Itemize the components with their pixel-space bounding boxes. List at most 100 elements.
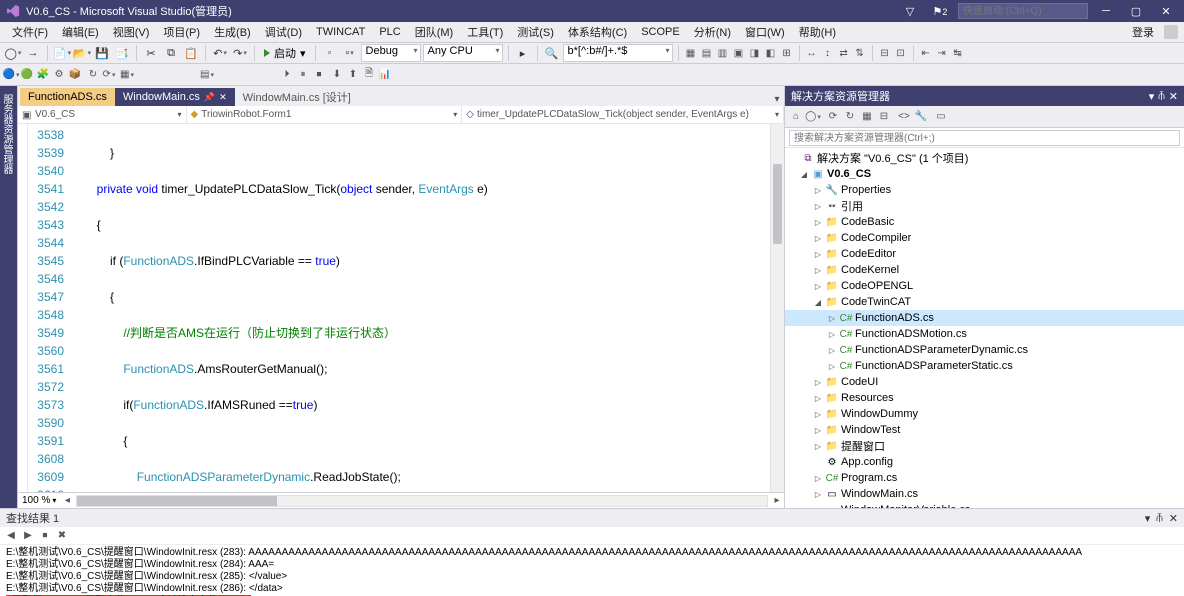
file-functionadsparamstatic[interactable]: ▷C#FunctionADSParameterStatic.cs: [785, 358, 1184, 374]
tw-ico-3[interactable]: 🧩: [36, 68, 50, 82]
file-functionads[interactable]: ▷C#FunctionADS.cs: [785, 310, 1184, 326]
find-combo[interactable]: b*[^:b#/]+.*$: [563, 44, 673, 62]
tb-ico-1[interactable]: ▦: [684, 46, 698, 60]
file-program[interactable]: ▷C#Program.cs: [785, 470, 1184, 486]
vertical-scrollbar[interactable]: [770, 124, 784, 492]
tb-ico-3[interactable]: ▥: [716, 46, 730, 60]
find-button[interactable]: 🔍: [543, 44, 561, 62]
notification-icon[interactable]: ⚑2: [928, 5, 952, 18]
tb-ico-11[interactable]: ⇅: [853, 46, 867, 60]
close-button[interactable]: ✕: [1154, 5, 1178, 18]
folder-codeui[interactable]: ▷📁CodeUI: [785, 374, 1184, 390]
paste-button[interactable]: 📋: [182, 44, 200, 62]
tw-ico-4[interactable]: ⚙: [52, 68, 66, 82]
tw-ico-15[interactable]: 🗎: [362, 68, 376, 82]
tabs-dropdown-icon[interactable]: ▾: [770, 92, 784, 106]
file-windowmain[interactable]: ▷▭WindowMain.cs: [785, 486, 1184, 502]
tw-ico-14[interactable]: ⬆: [346, 68, 360, 82]
tw-ico-2[interactable]: 🟢: [20, 68, 34, 82]
save-button[interactable]: 💾: [93, 44, 111, 62]
nav-back-button[interactable]: ◯: [4, 44, 22, 62]
tb-ico-15[interactable]: ⇥: [935, 46, 949, 60]
menu-team[interactable]: 团队(M): [409, 22, 460, 42]
folder-remind[interactable]: ▷📁提醒窗口: [785, 438, 1184, 454]
copy-button[interactable]: ⧉: [162, 44, 180, 62]
tb-ico-16[interactable]: ↹: [951, 46, 965, 60]
tb-ico-10[interactable]: ⇄: [837, 46, 851, 60]
split-btn[interactable]: ▸: [770, 494, 784, 508]
find-pin-icon[interactable]: ⫚: [1156, 512, 1163, 525]
tab-windowmain-design[interactable]: WindowMain.cs [设计]: [235, 88, 359, 106]
menu-scope[interactable]: SCOPE: [635, 24, 686, 40]
tb-ico-2[interactable]: ▤: [700, 46, 714, 60]
menu-test[interactable]: 测试(S): [511, 22, 560, 42]
cut-button[interactable]: ✂: [142, 44, 160, 62]
folder-codekernel[interactable]: ▷📁CodeKernel: [785, 262, 1184, 278]
feedback-icon[interactable]: ▽: [898, 5, 922, 18]
menu-project[interactable]: 项目(P): [157, 22, 206, 42]
menu-edit[interactable]: 编辑(E): [56, 22, 105, 42]
tw-ico-13[interactable]: ⬇: [330, 68, 344, 82]
tw-ico-16[interactable]: 📊: [378, 68, 392, 82]
folder-codebasic[interactable]: ▷📁CodeBasic: [785, 214, 1184, 230]
minimize-button[interactable]: ─: [1094, 5, 1118, 17]
sol-home-icon[interactable]: ⌂: [789, 110, 803, 124]
find-close-icon[interactable]: ✕: [1169, 512, 1178, 525]
sol-preview-icon[interactable]: ▭: [934, 110, 948, 124]
folder-codeeditor[interactable]: ▷📁CodeEditor: [785, 246, 1184, 262]
properties-node[interactable]: ▷🔧Properties: [785, 182, 1184, 198]
tb-ico-8[interactable]: ↔: [805, 46, 819, 60]
sol-collapse-icon[interactable]: ⊟: [877, 110, 891, 124]
attach-button[interactable]: ▸: [514, 44, 532, 62]
tb-ico-7[interactable]: ⊞: [780, 46, 794, 60]
tb-ico-9[interactable]: ↕: [821, 46, 835, 60]
file-functionadsparamdyn[interactable]: ▷C#FunctionADSParameterDynamic.cs: [785, 342, 1184, 358]
folder-resources[interactable]: ▷📁Resources: [785, 390, 1184, 406]
class-combo[interactable]: ◆TriowinRobot.Form1: [187, 106, 463, 123]
sol-sync-icon[interactable]: ⟳: [826, 110, 840, 124]
member-combo[interactable]: ◇timer_UpdatePLCDataSlow_Tick(object sen…: [462, 106, 784, 123]
menu-debug[interactable]: 调试(D): [259, 22, 308, 42]
tw-ico-5[interactable]: 📦: [68, 68, 82, 82]
find-stop-icon[interactable]: ⏹: [38, 529, 52, 543]
menu-help[interactable]: 帮助(H): [793, 22, 842, 42]
find-results-list[interactable]: E:\整机测试\V0.6_CS\提醒窗口\WindowInit.resx (28…: [0, 545, 1184, 596]
sol-refresh-icon[interactable]: ↻: [843, 110, 857, 124]
solution-search-input[interactable]: [789, 130, 1180, 146]
folder-codecompiler[interactable]: ▷📁CodeCompiler: [785, 230, 1184, 246]
horizontal-scrollbar[interactable]: [76, 495, 768, 507]
tw-ico-9[interactable]: ▤: [200, 68, 214, 82]
tw-ico-7[interactable]: ⟳: [102, 68, 116, 82]
project-node[interactable]: ◢▣V0.6_CS: [785, 166, 1184, 182]
sol-showall-icon[interactable]: ▦: [860, 110, 874, 124]
tw-ico-10[interactable]: ⏵: [280, 68, 294, 82]
tw-ico-1[interactable]: 🔵: [4, 68, 18, 82]
code-editor[interactable]: } private void timer_UpdatePLCDataSlow_T…: [70, 124, 770, 492]
save-all-button[interactable]: 📑: [113, 44, 131, 62]
find-prev-icon[interactable]: ◀: [4, 529, 18, 543]
redo-button[interactable]: ↷: [231, 44, 249, 62]
nav-btn[interactable]: ◂: [60, 494, 74, 508]
config-combo[interactable]: Debug: [361, 44, 421, 62]
outline-gutter[interactable]: [18, 124, 28, 492]
solution-tree[interactable]: ⧉解决方案 "V0.6_CS" (1 个项目) ◢▣V0.6_CS ▷🔧Prop…: [785, 148, 1184, 508]
sol-code-icon[interactable]: <>: [897, 110, 911, 124]
maximize-button[interactable]: ▢: [1124, 5, 1148, 18]
menu-plc[interactable]: PLC: [373, 24, 406, 40]
tab-windowmain[interactable]: WindowMain.cs📌✕: [115, 88, 235, 106]
menu-file[interactable]: 文件(F): [6, 22, 54, 42]
folder-windowdummy[interactable]: ▷📁WindowDummy: [785, 406, 1184, 422]
find-clear-icon[interactable]: ✖: [55, 529, 69, 543]
menu-tools[interactable]: 工具(T): [461, 22, 509, 42]
zoom-combo[interactable]: 100 %: [18, 495, 60, 506]
tw-ico-8[interactable]: ▦: [120, 68, 134, 82]
menu-build[interactable]: 生成(B): [208, 22, 257, 42]
sol-back-icon[interactable]: ◯: [806, 110, 820, 124]
slot-button[interactable]: ◦: [321, 44, 339, 62]
scope-combo[interactable]: ▣V0.6_CS: [18, 106, 187, 123]
menu-view[interactable]: 视图(V): [107, 22, 156, 42]
panel-close-icon[interactable]: ✕: [1169, 90, 1178, 103]
tab-functionads[interactable]: FunctionADS.cs: [20, 88, 115, 106]
slot2-button[interactable]: ▫: [341, 44, 359, 62]
folder-codetwincat[interactable]: ◢📁CodeTwinCAT: [785, 294, 1184, 310]
